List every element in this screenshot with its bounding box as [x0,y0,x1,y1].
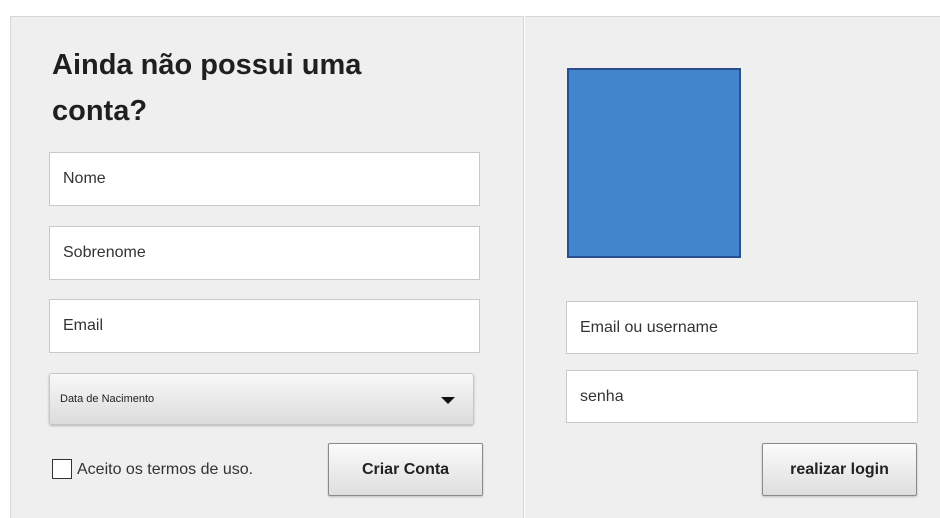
login-user-placeholder: Email ou username [580,318,718,336]
birthdate-select[interactable]: Data de Nacimento [49,373,474,425]
signup-title: Ainda não possui uma conta? [52,49,362,127]
surname-field[interactable]: Sobrenome [49,226,480,280]
email-placeholder: Email [63,317,104,334]
login-user-field[interactable]: Email ou username [566,301,918,354]
first-name-placeholder: Nome [63,170,106,187]
terms-checkbox[interactable] [52,459,72,479]
create-account-button[interactable]: Criar Conta [328,443,483,496]
login-password-field[interactable]: senha [566,370,918,423]
terms-label: Aceito os termos de uso. [77,461,254,478]
logo-placeholder-image [567,68,741,258]
birthdate-label: Data de Nacimento [60,393,155,405]
first-name-field[interactable]: Nome [49,152,480,206]
login-button[interactable]: realizar login [762,443,917,496]
surname-placeholder: Sobrenome [63,244,146,261]
email-field[interactable]: Email [49,299,480,353]
login-password-placeholder: senha [580,387,624,405]
chevron-down-icon [441,397,455,404]
